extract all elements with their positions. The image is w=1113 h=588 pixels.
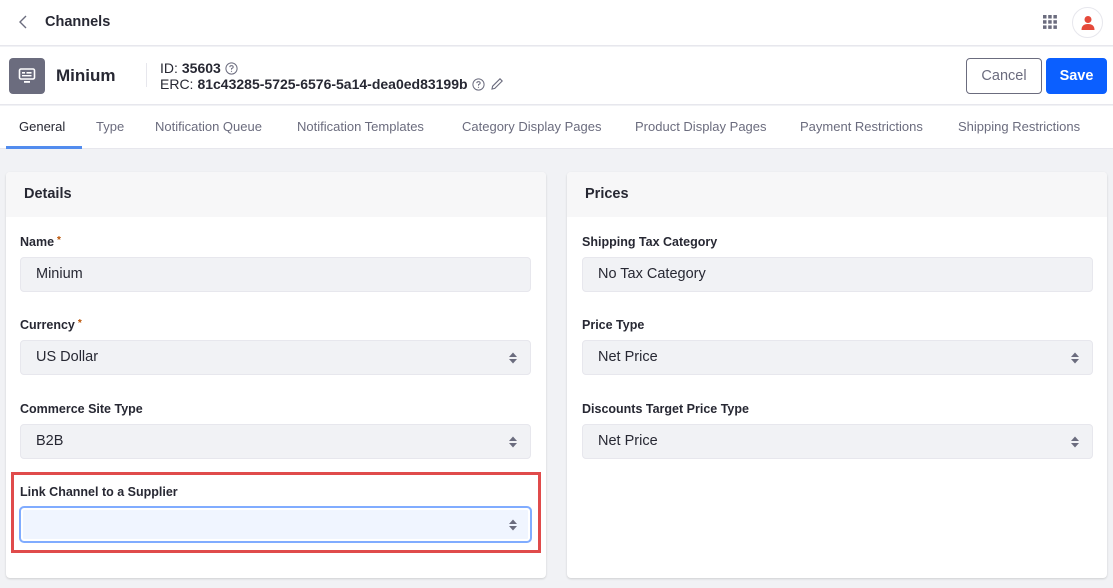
top-bar: Channels [0,0,1113,46]
tab-product-display-pages[interactable]: Product Display Pages [635,119,767,134]
avatar[interactable] [1072,7,1103,38]
id-value: 35603 [181,60,221,76]
currency-value: US Dollar [36,349,99,365]
apps-grid-icon[interactable] [1042,14,1058,30]
price-type-select[interactable]: Net Price [582,340,1093,375]
price-type-label: Price Type [582,318,645,332]
commerce-site-type-field: Commerce Site Type B2B [20,402,531,459]
commerce-site-type-select[interactable]: B2B [20,424,531,459]
active-tab-indicator [6,146,82,149]
sort-caret-icon [1071,436,1079,448]
name-input[interactable]: Minium [20,257,531,292]
save-button[interactable]: Save [1046,58,1107,94]
currency-field: Currency * US Dollar [20,318,531,375]
shipping-tax-category-label: Shipping Tax Category [582,235,718,249]
tab-payment-restrictions[interactable]: Payment Restrictions [800,119,923,134]
sort-caret-icon [1071,352,1079,364]
erc-label: ERC: [160,76,194,92]
pencil-icon[interactable] [490,77,504,91]
currency-select[interactable]: US Dollar [20,340,531,375]
channel-icon [9,58,45,94]
commerce-site-type-value: B2B [36,433,64,449]
details-title: Details [6,172,546,217]
chevron-left-icon[interactable] [16,13,32,31]
discounts-target-price-type-field: Discounts Target Price Type Net Price [582,402,1093,459]
highlight-annotation [11,472,541,553]
prices-title: Prices [567,172,1107,217]
id-label: ID: [160,60,178,76]
page-title: Channels [45,14,111,30]
discounts-target-price-type-value: Net Price [598,433,658,449]
tab-notification-templates[interactable]: Notification Templates [297,119,424,134]
tab-bar: General Type Notification Queue Notifica… [0,106,1113,149]
shipping-tax-category-input[interactable]: No Tax Category [582,257,1093,292]
erc-value: 81c43285-5725-6576-5a14-dea0ed83199b [197,76,468,92]
currency-label: Currency [20,318,75,332]
discounts-target-price-type-select[interactable]: Net Price [582,424,1093,459]
sort-caret-icon [509,436,517,448]
user-icon [1081,16,1095,30]
divider [146,63,147,87]
sort-caret-icon [509,352,517,364]
tab-type[interactable]: Type [96,119,124,134]
tab-general[interactable]: General [19,119,65,134]
tab-notification-queue[interactable]: Notification Queue [155,119,262,134]
required-mark: * [57,235,61,246]
tab-category-display-pages[interactable]: Category Display Pages [462,119,601,134]
cancel-button[interactable]: Cancel [966,58,1042,94]
help-icon[interactable] [225,61,238,75]
prices-card: Prices Shipping Tax Category No Tax Cate… [567,172,1107,578]
required-mark: * [77,318,82,329]
shipping-tax-category-field: Shipping Tax Category No Tax Category [582,235,1093,292]
discounts-target-price-type-label: Discounts Target Price Type [582,402,749,416]
entity-name: Minium [56,66,116,85]
help-icon[interactable] [471,77,485,91]
price-type-value: Net Price [598,349,658,365]
entity-header: Minium ID: 35603 ERC: 81c43285-5725-6576… [0,47,1113,105]
commerce-site-type-label: Commerce Site Type [20,402,143,416]
name-field: Name * Minium [20,235,531,292]
price-type-field: Price Type Net Price [582,318,1093,375]
entity-meta: ID: 35603 ERC: 81c43285-5725-6576-5a14-d… [160,60,504,92]
tab-shipping-restrictions[interactable]: Shipping Restrictions [958,119,1080,134]
name-label: Name [20,235,55,249]
